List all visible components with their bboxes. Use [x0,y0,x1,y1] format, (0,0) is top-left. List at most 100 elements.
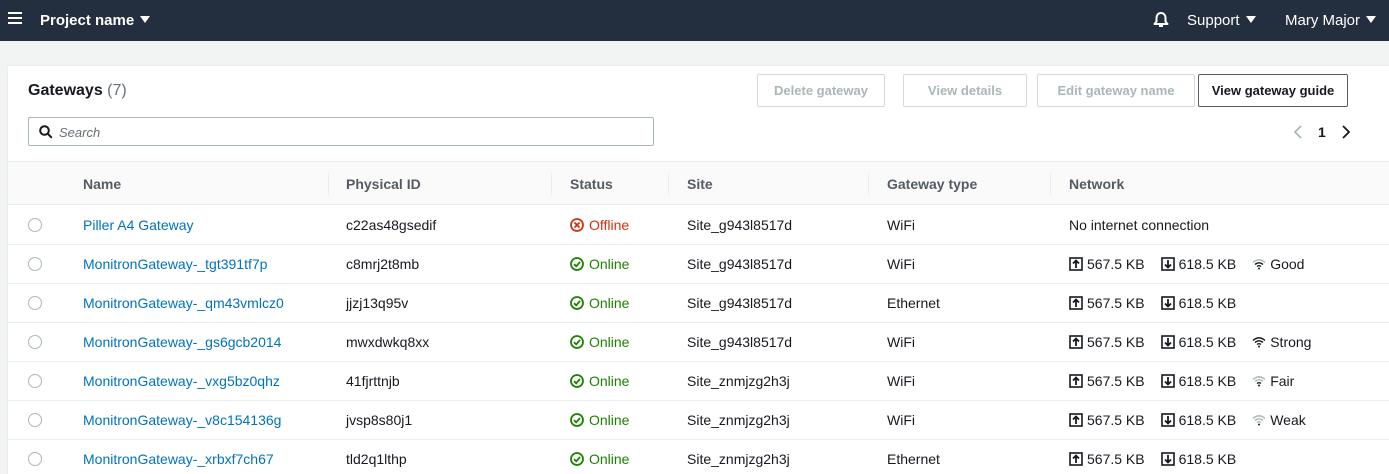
upload-value: 567.5 KB [1087,334,1145,350]
physical-id: tld2q1lthp [346,451,407,467]
column-divider[interactable] [1050,173,1051,195]
column-header-site[interactable]: Site [687,176,713,192]
upload-value: 567.5 KB [1087,412,1145,428]
gateway-name-link[interactable]: Piller A4 Gateway [83,217,194,233]
search-box [28,117,654,146]
network-cell: 567.5 KB 618.5 KB Weak [1069,412,1306,428]
signal-label: Fair [1270,373,1295,389]
network-cell: 567.5 KB 618.5 KB [1069,295,1252,311]
previous-page-button[interactable] [1288,122,1308,142]
download-value: 618.5 KB [1178,256,1237,272]
status-indicator: Offline [570,217,629,233]
network-cell: 567.5 KB 618.5 KB Good [1069,256,1304,272]
upload-value: 567.5 KB [1087,256,1145,272]
column-divider[interactable] [551,173,552,195]
download-value: 618.5 KB [1178,412,1237,428]
download-icon [1160,257,1175,271]
top-navigation: Project name Support Mary Major [0,0,1389,41]
view-details-button[interactable]: View details [903,74,1027,107]
upload-stat: 567.5 KB [1069,412,1145,428]
physical-id: c22as48gsedif [346,217,437,233]
upload-icon [1069,257,1083,271]
table-row[interactable]: MonitronGateway-_v8c154136g jvsp8s80j1 Onl… [8,401,1389,440]
upload-icon [1069,452,1083,466]
delete-gateway-button[interactable]: Delete gateway [757,74,885,107]
signal-strength: Fair [1252,373,1294,389]
bell-icon[interactable] [1152,11,1170,29]
gateway-type: Ethernet [887,451,940,467]
column-header-network[interactable]: Network [1069,176,1124,192]
status-text: Online [589,373,630,389]
download-stat: 618.5 KB [1160,451,1236,467]
network-stats: 567.5 KB 618.5 KB Weak [1069,412,1306,428]
site-name: Site_znmjzg2h3j [687,412,790,428]
column-header-physical-id[interactable]: Physical ID [346,176,421,192]
next-page-button[interactable] [1336,122,1356,142]
status-indicator: Online [570,373,629,389]
gateway-type: WiFi [887,334,915,350]
network-cell: 567.5 KB 618.5 KB Fair [1069,373,1294,389]
gateway-name-link[interactable]: MonitronGateway-_vxg5bz0qhz [83,373,280,389]
row-select-radio[interactable] [28,413,42,427]
table-row[interactable]: MonitronGateway-_qm43vmlcz0 jjzj13q95v Onl… [8,284,1389,323]
network-cell: 567.5 KB 618.5 KB Strong [1069,334,1311,350]
download-value: 618.5 KB [1178,295,1237,311]
gateway-name-link[interactable]: MonitronGateway-_tgt391tf7p [83,256,267,272]
table-row[interactable]: MonitronGateway-_xrbxf7ch67 tld2q1lthp Onl… [8,440,1389,474]
gateway-type: WiFi [887,256,915,272]
upload-stat: 567.5 KB [1069,334,1145,350]
physical-id: jjzj13q95v [346,295,409,311]
row-select-radio[interactable] [28,335,42,349]
status-text: Online [589,256,630,272]
status-text: Online [589,412,630,428]
x-circle-icon [570,218,584,232]
network-stats: 567.5 KB 618.5 KB Fair [1069,373,1294,389]
project-selector[interactable]: Project name [40,12,151,29]
user-menu[interactable]: Mary Major [1285,12,1377,29]
check-circle-icon [570,257,584,271]
wifi-signal-icon [1252,336,1266,348]
gateway-name-link[interactable]: MonitronGateway-_qm43vmlcz0 [83,295,284,311]
caret-down-icon [1366,16,1377,23]
gateway-count: (7) [107,82,127,99]
upload-stat: 567.5 KB [1069,295,1145,311]
row-select-radio[interactable] [28,257,42,271]
download-icon [1160,452,1175,466]
edit-gateway-name-button[interactable]: Edit gateway name [1037,74,1195,107]
row-select-radio[interactable] [28,374,42,388]
column-divider[interactable] [868,173,869,195]
gateway-type: Ethernet [887,295,940,311]
gateways-panel: Gateways (7) Delete gateway View details… [8,65,1389,474]
status-text: Online [589,451,630,467]
column-header-gateway-type[interactable]: Gateway type [887,176,977,192]
column-header-name[interactable]: Name [83,176,121,192]
physical-id: mwxdwkq8xx [346,334,430,350]
row-select-radio[interactable] [28,218,42,232]
signal-label: Weak [1270,412,1306,428]
title-text: Gateways [28,82,103,99]
caret-down-icon [1245,16,1256,23]
column-header-status[interactable]: Status [570,176,613,192]
status-indicator: Online [570,295,629,311]
table-row[interactable]: MonitronGateway-_gs6gcb2014 mwxdwkq8xx Onl… [8,323,1389,362]
gateway-name-link[interactable]: MonitronGateway-_v8c154136g [83,412,281,428]
row-select-radio[interactable] [28,452,42,466]
download-icon [1160,296,1175,310]
wifi-signal-icon [1252,258,1266,270]
gateway-name-link[interactable]: MonitronGateway-_xrbxf7ch67 [83,451,274,467]
status-text: Online [589,334,630,350]
table-row[interactable]: Piller A4 Gateway c22as48gsedif Offline Sit… [8,206,1389,245]
column-divider[interactable] [668,173,669,195]
search-input[interactable] [59,122,639,142]
hamburger-menu-icon[interactable] [8,12,22,26]
row-select-radio[interactable] [28,296,42,310]
support-menu[interactable]: Support [1187,12,1256,29]
view-gateway-guide-button[interactable]: View gateway guide [1198,74,1348,107]
table-row[interactable]: MonitronGateway-_tgt391tf7p c8mrj2t8mb Onl… [8,245,1389,284]
upload-value: 567.5 KB [1087,295,1145,311]
table-row[interactable]: MonitronGateway-_vxg5bz0qhz 41fjrttnjb Onl… [8,362,1389,401]
current-page[interactable]: 1 [1318,124,1326,140]
gateway-name-link[interactable]: MonitronGateway-_gs6gcb2014 [83,334,281,350]
download-icon [1160,374,1175,388]
column-divider[interactable] [328,173,329,195]
